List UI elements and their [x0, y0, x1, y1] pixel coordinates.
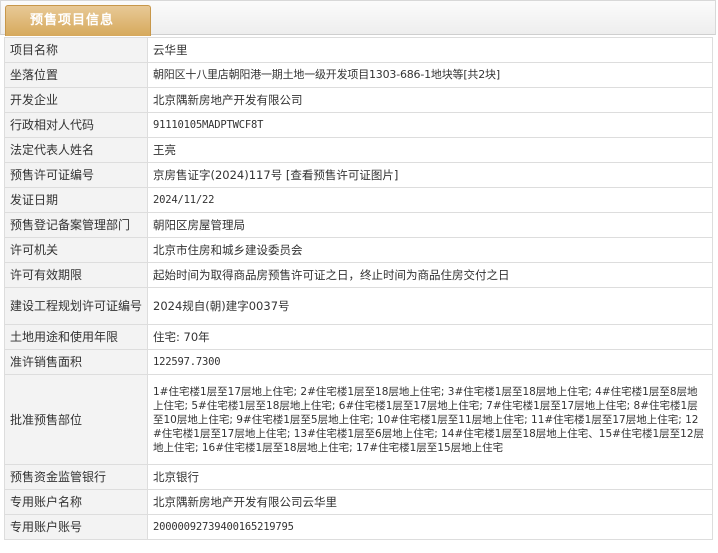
table-row: 许可有效期限 起始时间为取得商品房预售许可证之日，终止时间为商品住房交付之日	[4, 262, 713, 288]
registration-dept-value: 朝阳区房屋管理局	[147, 212, 713, 238]
table-row: 专用账户账号 20000092739400165219795	[4, 514, 713, 540]
row-label-issue-date: 发证日期	[4, 187, 148, 213]
presale-project-page: 预售项目信息 项目名称 云华里 坐落位置 朝阳区十八里店朝阳港一期土地一级开发项…	[0, 0, 718, 553]
account-number-value: 20000092739400165219795	[147, 514, 713, 540]
tab-bar: 预售项目信息	[0, 0, 716, 36]
row-label-licensing-authority: 许可机关	[4, 237, 148, 263]
table-row: 土地用途和使用年限 住宅: 70年	[4, 324, 713, 350]
row-label-approved-parts: 批准预售部位	[4, 374, 148, 465]
table-row: 行政相对人代码 91110105MADPTWCF8T	[4, 112, 713, 138]
supervising-bank-value: 北京银行	[147, 464, 713, 490]
row-label-sale-area: 准许销售面积	[4, 349, 148, 375]
issue-date-value: 2024/11/22	[147, 187, 713, 213]
licensing-authority-value: 北京市住房和城乡建设委员会	[147, 237, 713, 263]
permit-number-value: 京房售证字(2024)117号	[153, 168, 283, 182]
table-row: 准许销售面积 122597.7300	[4, 349, 713, 375]
developer-value: 北京隅新房地产开发有限公司	[147, 87, 713, 113]
table-row: 项目名称 云华里	[4, 37, 713, 63]
row-label-account-name: 专用账户名称	[4, 489, 148, 515]
view-permit-image-link[interactable]: [查看预售许可证图片]	[286, 168, 398, 182]
table-row: 预售登记备案管理部门 朝阳区房屋管理局	[4, 212, 713, 238]
presale-info-table: 项目名称 云华里 坐落位置 朝阳区十八里店朝阳港一期土地一级开发项目1303-6…	[4, 37, 713, 540]
table-row: 批准预售部位 1#住宅楼1层至17层地上住宅; 2#住宅楼1层至18层地上住宅;…	[4, 374, 713, 465]
project-name-value: 云华里	[147, 37, 713, 63]
row-label-project-name: 项目名称	[4, 37, 148, 63]
row-label-validity-period: 许可有效期限	[4, 262, 148, 288]
row-label-registration-dept: 预售登记备案管理部门	[4, 212, 148, 238]
approved-parts-value: 1#住宅楼1层至17层地上住宅; 2#住宅楼1层至18层地上住宅; 3#住宅楼1…	[147, 374, 713, 465]
row-label-planning-permit: 建设工程规划许可证编号	[4, 287, 148, 325]
row-label-legal-rep: 法定代表人姓名	[4, 137, 148, 163]
legal-rep-value: 王亮	[147, 137, 713, 163]
table-row: 坐落位置 朝阳区十八里店朝阳港一期土地一级开发项目1303-686-1地块等[共…	[4, 62, 713, 88]
table-row: 专用账户名称 北京隅新房地产开发有限公司云华里	[4, 489, 713, 515]
table-row: 预售许可证编号 京房售证字(2024)117号 [查看预售许可证图片]	[4, 162, 713, 188]
location-value: 朝阳区十八里店朝阳港一期土地一级开发项目1303-686-1地块等[共2块]	[147, 62, 713, 88]
table-row: 开发企业 北京隅新房地产开发有限公司	[4, 87, 713, 113]
tab-presale-project-info[interactable]: 预售项目信息	[5, 5, 151, 36]
table-row: 法定代表人姓名 王亮	[4, 137, 713, 163]
table-row: 预售资金监管银行 北京银行	[4, 464, 713, 490]
sale-area-value: 122597.7300	[147, 349, 713, 375]
table-row: 建设工程规划许可证编号 2024规自(朝)建字0037号	[4, 287, 713, 325]
row-label-land-use: 土地用途和使用年限	[4, 324, 148, 350]
row-label-permit-number: 预售许可证编号	[4, 162, 148, 188]
validity-period-value: 起始时间为取得商品房预售许可证之日，终止时间为商品住房交付之日	[147, 262, 713, 288]
admin-code-value: 91110105MADPTWCF8T	[147, 112, 713, 138]
row-label-account-number: 专用账户账号	[4, 514, 148, 540]
permit-number-cell: 京房售证字(2024)117号 [查看预售许可证图片]	[147, 162, 713, 188]
table-row: 发证日期 2024/11/22	[4, 187, 713, 213]
row-label-location: 坐落位置	[4, 62, 148, 88]
row-label-supervising-bank: 预售资金监管银行	[4, 464, 148, 490]
planning-permit-value: 2024规自(朝)建字0037号	[147, 287, 713, 325]
table-row: 许可机关 北京市住房和城乡建设委员会	[4, 237, 713, 263]
land-use-value: 住宅: 70年	[147, 324, 713, 350]
row-label-admin-code: 行政相对人代码	[4, 112, 148, 138]
row-label-developer: 开发企业	[4, 87, 148, 113]
account-name-value: 北京隅新房地产开发有限公司云华里	[147, 489, 713, 515]
